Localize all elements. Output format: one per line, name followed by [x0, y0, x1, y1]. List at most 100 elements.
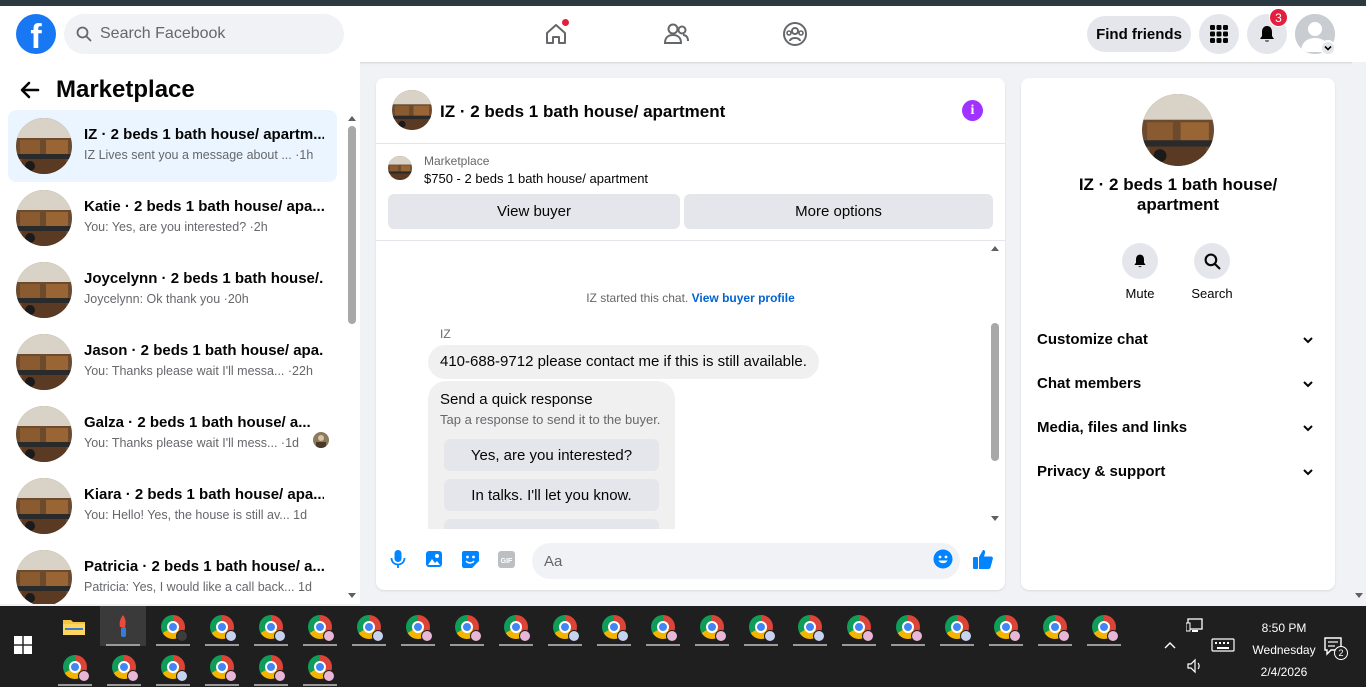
start-button[interactable] [14, 636, 32, 659]
chrome-icon [455, 615, 482, 642]
taskbar-chrome-window[interactable] [150, 608, 196, 646]
taskbar-chrome-window[interactable] [885, 608, 931, 646]
thread-preview: You: Hello! Yes, the house is still av..… [84, 508, 308, 522]
thread-preview: IZ Lives sent you a message about ... ·1… [84, 148, 314, 162]
chat-members-row[interactable]: Chat members [1037, 368, 1319, 400]
home-notification-dot [561, 18, 570, 27]
message-sender: IZ [440, 327, 451, 341]
taskbar-chrome-window[interactable] [199, 648, 245, 686]
taskbar-chrome-window[interactable] [836, 608, 882, 646]
taskbar-chrome-window[interactable] [1081, 608, 1127, 646]
quick-response-card: Send a quick response Tap a response to … [428, 381, 675, 529]
sidebar-scrollbar[interactable] [346, 112, 358, 604]
taskbar-chrome-window[interactable] [493, 608, 539, 646]
chat-header: IZ · 2 beds 1 bath house/ apartment i [376, 78, 1005, 144]
notifications-button[interactable]: 3 [1247, 8, 1288, 54]
taskbar-chrome-window[interactable] [150, 648, 196, 686]
thread-item-galza[interactable]: Galza · 2 beds 1 bath house/ a... You: T… [8, 398, 337, 470]
thread-item-patricia[interactable]: Patricia · 2 beds 1 bath house/ a... Pat… [8, 542, 337, 604]
search-in-chat-button[interactable] [1194, 243, 1230, 279]
like-send-button[interactable] [972, 548, 994, 570]
system-clock[interactable]: 8:50 PM Wednesday 2/4/2026 [1236, 617, 1332, 683]
taskbar-chrome-window[interactable] [640, 608, 686, 646]
mute-action[interactable]: Mute [1110, 243, 1170, 301]
volume-button[interactable] [1186, 658, 1204, 677]
search-input[interactable] [100, 25, 320, 43]
facebook-logo[interactable]: f [16, 14, 56, 54]
account-menu-caret[interactable] [1320, 40, 1336, 56]
voice-clip-button[interactable] [387, 548, 409, 570]
chat-info-thumbnail [1142, 94, 1214, 166]
message-input[interactable] [532, 543, 960, 579]
quick-response-in-talks[interactable]: In talks. I'll let you know. [444, 479, 659, 511]
emoji-button[interactable] [932, 548, 954, 570]
find-friends-button[interactable]: Find friends [1087, 16, 1191, 52]
taskbar-chrome-window[interactable] [689, 608, 735, 646]
gif-button[interactable]: GIF [495, 548, 517, 570]
touch-keyboard-button[interactable] [1211, 638, 1235, 655]
thread-item-joycelynn[interactable]: Joycelynn · 2 beds 1 bath house/... Joyc… [8, 254, 337, 326]
chrome-icon [798, 615, 825, 642]
page-scrollbar[interactable] [1352, 62, 1366, 604]
taskbar-file-explorer[interactable] [51, 608, 97, 646]
marketplace-label: Marketplace [424, 154, 490, 168]
message-scroll-thumb[interactable] [991, 323, 999, 461]
view-buyer-profile-link[interactable]: View buyer profile [692, 291, 795, 305]
taskbar-paint-app[interactable] [100, 606, 146, 646]
info-icon[interactable]: i [962, 100, 983, 121]
quick-response-interested[interactable]: Yes, are you interested? [444, 439, 659, 471]
taskbar-chrome-window[interactable] [444, 608, 490, 646]
chat-title[interactable]: IZ · 2 beds 1 bath house/ apartment [440, 102, 725, 122]
taskbar-chrome-window[interactable] [983, 608, 1029, 646]
sidebar-scroll-thumb[interactable] [348, 126, 356, 324]
thread-item-katie[interactable]: Katie · 2 beds 1 bath house/ apa... You:… [8, 182, 337, 254]
bell-icon [1134, 254, 1146, 268]
privacy-support-row[interactable]: Privacy & support [1037, 456, 1319, 488]
message-scrollbar[interactable] [988, 241, 1002, 529]
taskbar-chrome-window[interactable] [1032, 608, 1078, 646]
taskbar-chrome-window[interactable] [52, 648, 98, 686]
bell-icon [1260, 26, 1274, 42]
taskbar-chrome-window[interactable] [738, 608, 784, 646]
thread-item-iz[interactable]: IZ · 2 beds 1 bath house/ apartm... IZ L… [8, 110, 337, 182]
chrome-icon [308, 655, 335, 682]
show-hidden-icons-button[interactable] [1162, 638, 1178, 657]
customize-chat-row[interactable]: Customize chat [1037, 324, 1319, 356]
taskbar-chrome-window[interactable] [297, 608, 343, 646]
taskbar-chrome-window[interactable] [297, 648, 343, 686]
taskbar-chrome-window[interactable] [101, 648, 147, 686]
search-action[interactable]: Search [1182, 243, 1242, 301]
groups-nav-button[interactable] [777, 16, 813, 52]
mute-button[interactable] [1122, 243, 1158, 279]
taskbar-chrome-window[interactable] [346, 608, 392, 646]
friends-icon [663, 23, 689, 44]
home-nav-button[interactable] [538, 16, 574, 52]
thread-item-jason[interactable]: Jason · 2 beds 1 bath house/ apa... You:… [8, 326, 337, 398]
sidebar-title: Marketplace [56, 76, 195, 103]
sticker-button[interactable] [459, 548, 481, 570]
quick-response-unavailable[interactable]: Sorry, it's unavailable. [444, 519, 659, 529]
network-button[interactable] [1185, 618, 1204, 637]
menu-button[interactable] [1199, 14, 1239, 54]
listing-price-title[interactable]: $750 - 2 beds 1 bath house/ apartment [424, 171, 648, 186]
attach-photo-button[interactable] [423, 548, 445, 570]
thread-preview: Patricia: Yes, I would like a call back.… [84, 580, 312, 594]
taskbar-chrome-window[interactable] [248, 608, 294, 646]
scroll-up-arrow-icon [991, 246, 999, 251]
chat-listing-thumbnail[interactable] [392, 90, 432, 130]
taskbar-chrome-window[interactable] [248, 648, 294, 686]
search-box[interactable] [64, 14, 344, 54]
taskbar-chrome-window[interactable] [395, 608, 441, 646]
back-button[interactable] [18, 78, 42, 107]
taskbar-chrome-window[interactable] [591, 608, 637, 646]
taskbar-chrome-window[interactable] [199, 608, 245, 646]
taskbar-chrome-window[interactable] [934, 608, 980, 646]
taskbar-chrome-window[interactable] [542, 608, 588, 646]
thread-title: IZ · 2 beds 1 bath house/ apartm... [84, 126, 324, 143]
media-files-links-row[interactable]: Media, files and links [1037, 412, 1319, 444]
taskbar-chrome-window[interactable] [787, 608, 833, 646]
more-options-button[interactable]: More options [684, 194, 993, 229]
friends-nav-button[interactable] [658, 16, 694, 52]
view-buyer-button[interactable]: View buyer [388, 194, 680, 229]
thread-item-kiara[interactable]: Kiara · 2 beds 1 bath house/ apa... You:… [8, 470, 337, 542]
